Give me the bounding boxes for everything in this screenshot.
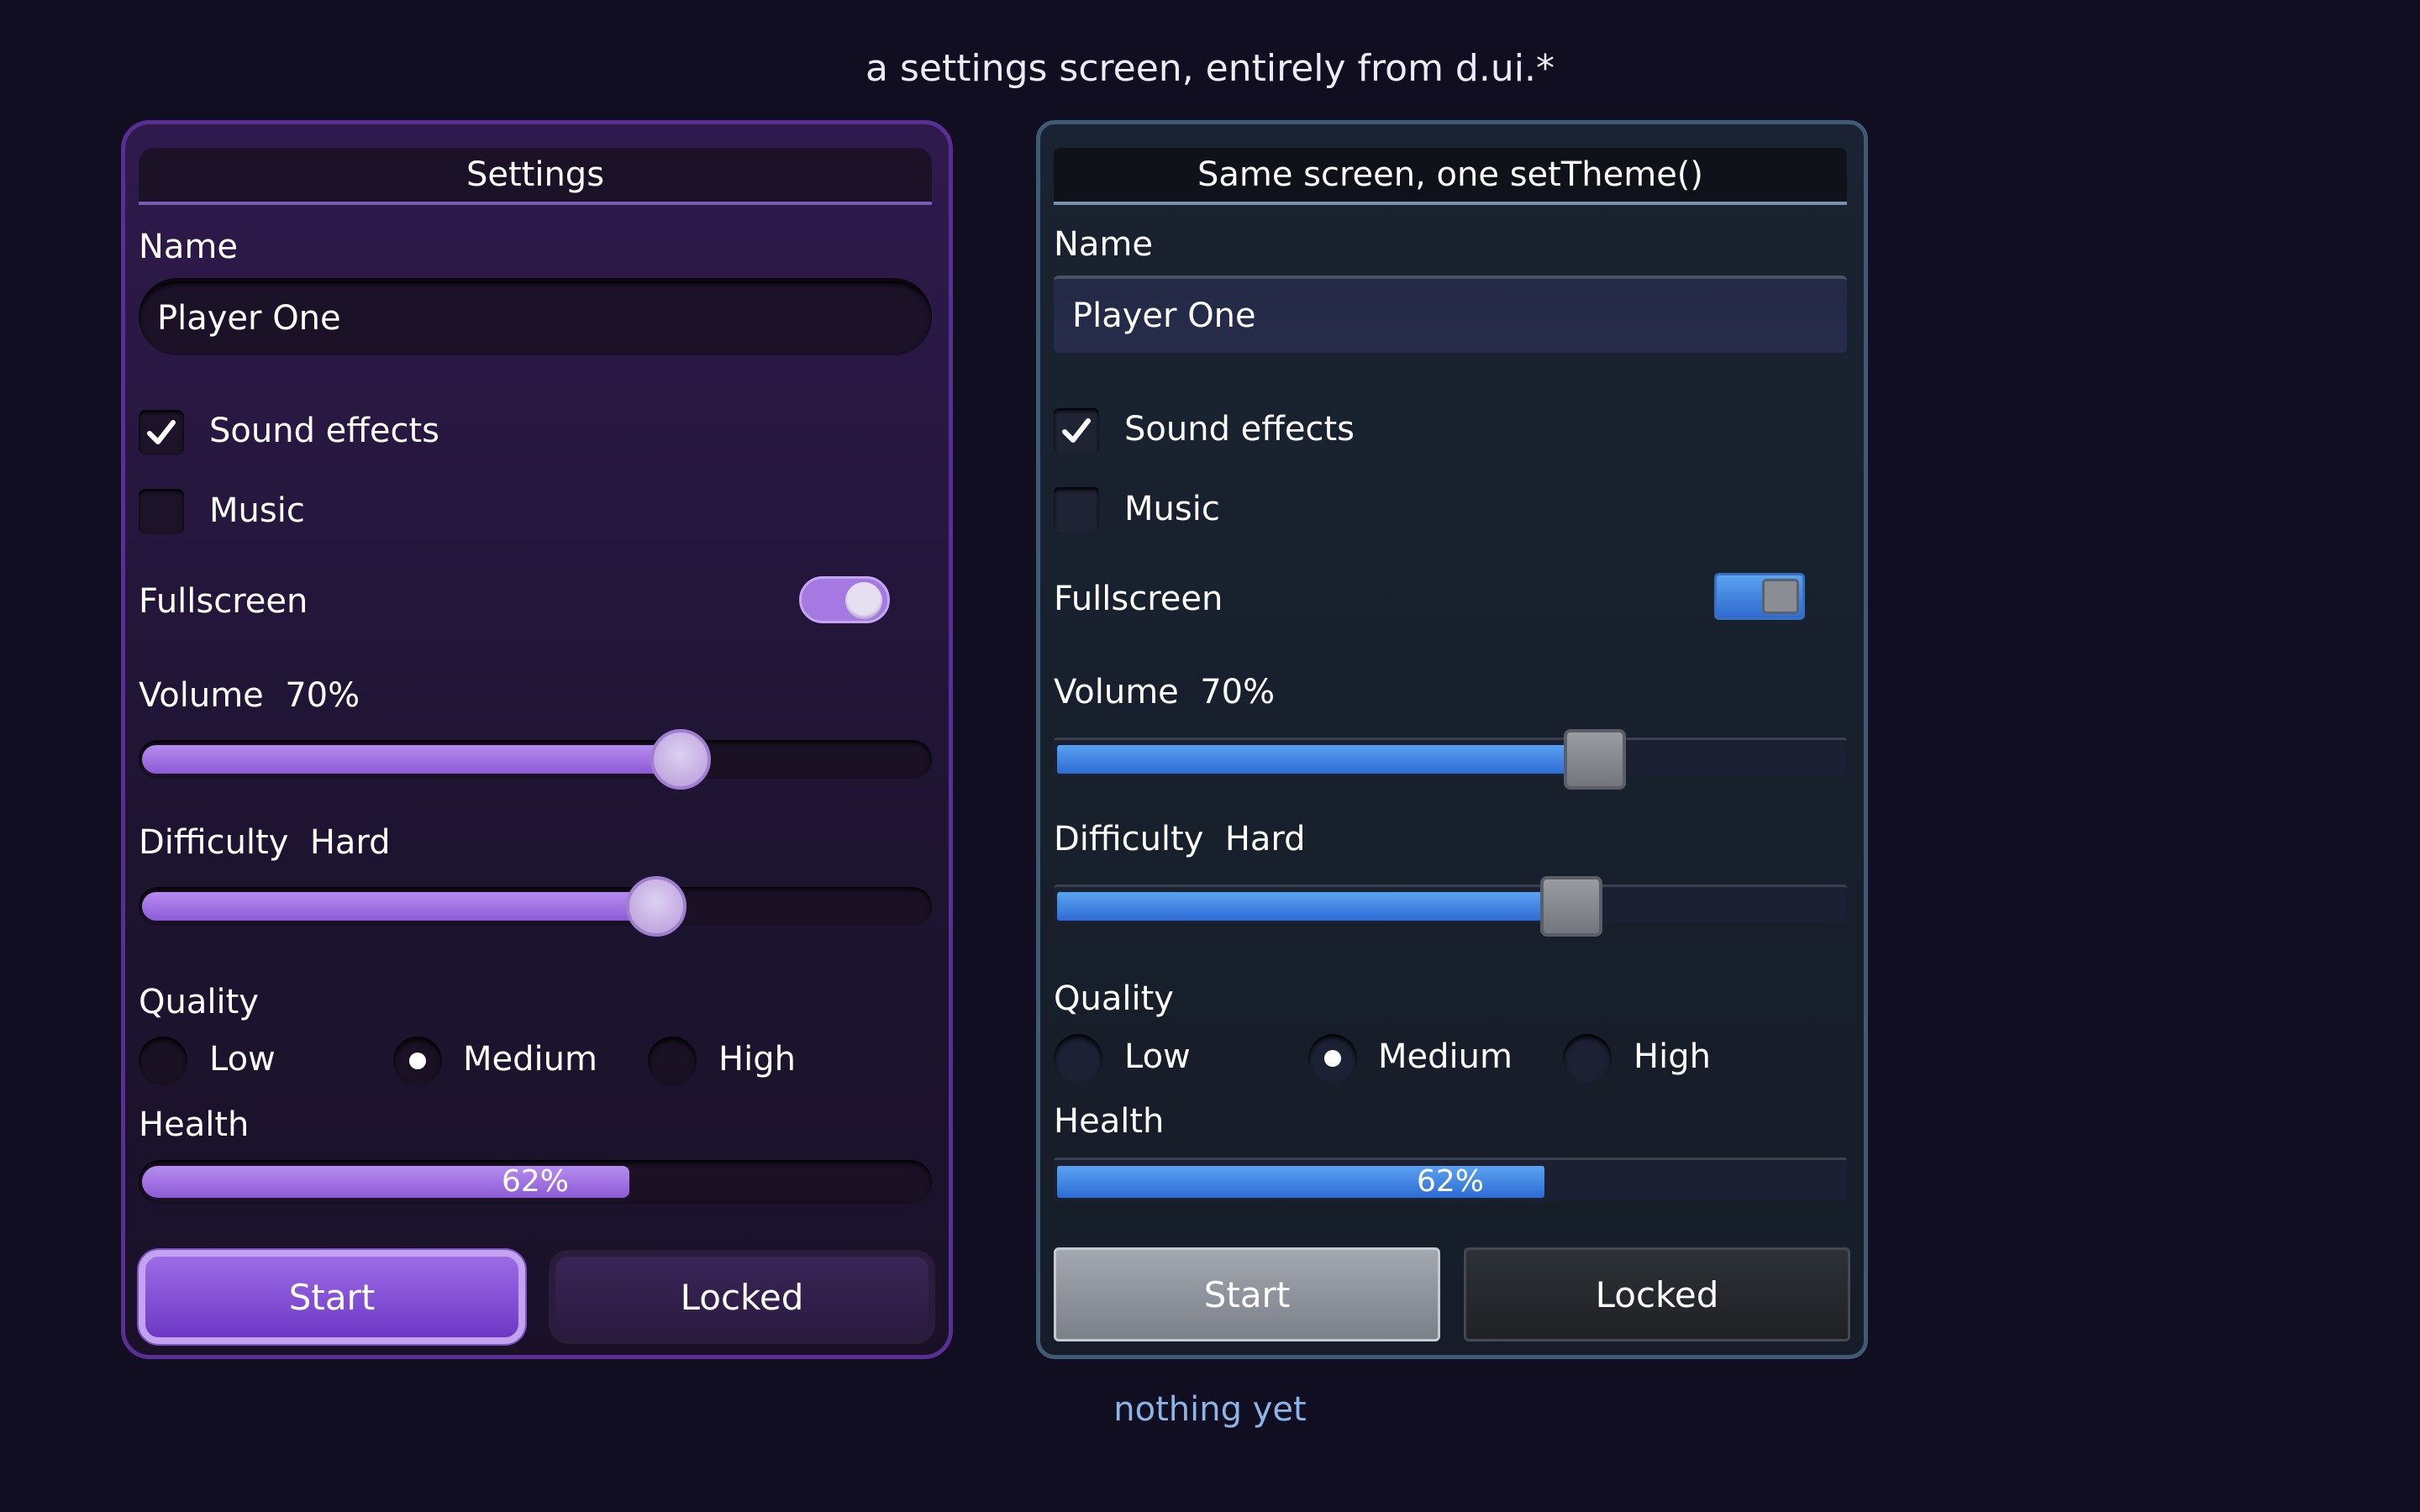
difficulty-label: Difficulty Hard <box>1054 820 1306 858</box>
health-value: 62% <box>1416 1164 1484 1199</box>
quality-label: Quality <box>1054 979 1174 1018</box>
quality-option-high: High <box>718 1040 796 1079</box>
volume-value: 70% <box>285 676 360 715</box>
health-bar: 62% <box>139 1160 932 1204</box>
music-label: Music <box>1124 490 1220 528</box>
locked-button[interactable]: Locked <box>1464 1247 1850 1341</box>
volume-fill <box>142 745 681 774</box>
health-value: 62% <box>501 1164 569 1199</box>
music-checkbox[interactable] <box>139 489 184 534</box>
quality-option-medium: Medium <box>1378 1037 1512 1076</box>
radio-selected-dot <box>409 1053 426 1069</box>
quality-radio-low[interactable] <box>1054 1034 1102 1083</box>
sound-effects-label: Sound effects <box>1124 410 1355 449</box>
difficulty-fill <box>142 892 657 921</box>
health-label: Health <box>1054 1102 1165 1141</box>
start-button[interactable]: Start <box>139 1250 525 1344</box>
quality-radio-high[interactable] <box>1563 1034 1612 1083</box>
sound-effects-checkbox[interactable] <box>139 410 184 455</box>
sound-effects-checkbox[interactable] <box>1054 408 1099 454</box>
volume-thumb[interactable] <box>1564 729 1627 790</box>
quality-radio-medium[interactable] <box>1308 1034 1357 1083</box>
locked-button[interactable]: Locked <box>549 1250 935 1344</box>
name-label: Name <box>139 228 239 266</box>
difficulty-slider[interactable] <box>139 876 932 937</box>
quality-option-low: Low <box>209 1040 276 1079</box>
toggle-knob <box>1762 579 1799 614</box>
difficulty-fill <box>1057 892 1571 921</box>
panel-header: Same screen, one setTheme() <box>1054 148 1847 205</box>
sound-effects-label: Sound effects <box>209 412 439 450</box>
difficulty-label: Difficulty Hard <box>139 823 391 862</box>
volume-label: Volume 70% <box>139 676 360 715</box>
quality-label: Quality <box>139 983 259 1021</box>
screen-title: a settings screen, entirely from d.ui.* <box>865 47 1555 90</box>
volume-fill <box>1057 745 1596 774</box>
settings-panel-purple: Settings Name Player One Sound effects M… <box>121 120 953 1359</box>
volume-label: Volume 70% <box>1054 673 1276 711</box>
fullscreen-label: Fullscreen <box>1054 580 1223 618</box>
name-label: Name <box>1054 225 1154 264</box>
volume-slider[interactable] <box>1054 729 1847 790</box>
health-label: Health <box>139 1105 250 1144</box>
quality-option-medium: Medium <box>463 1040 597 1079</box>
status-text: nothing yet <box>1113 1390 1307 1429</box>
fullscreen-label: Fullscreen <box>139 582 308 621</box>
difficulty-value: Hard <box>1224 820 1306 858</box>
name-input[interactable]: Player One <box>139 278 932 355</box>
panel-header: Settings <box>139 148 932 205</box>
quality-option-high: High <box>1634 1037 1711 1076</box>
volume-slider[interactable] <box>139 729 932 790</box>
checkmark-icon <box>147 420 176 444</box>
volume-value: 70% <box>1200 673 1276 711</box>
fullscreen-toggle[interactable] <box>799 576 890 623</box>
difficulty-thumb[interactable] <box>626 876 687 937</box>
radio-selected-dot <box>1324 1050 1341 1067</box>
fullscreen-toggle[interactable] <box>1714 573 1805 620</box>
start-button[interactable]: Start <box>1054 1247 1440 1341</box>
settings-panel-themed: Same screen, one setTheme() Name Player … <box>1036 120 1868 1359</box>
music-label: Music <box>209 491 305 530</box>
health-bar: 62% <box>1054 1158 1847 1201</box>
quality-option-low: Low <box>1124 1037 1191 1076</box>
checkmark-icon <box>1062 418 1091 443</box>
music-checkbox[interactable] <box>1054 487 1099 533</box>
volume-thumb[interactable] <box>650 729 711 790</box>
quality-radio-medium[interactable] <box>393 1037 442 1085</box>
quality-radio-high[interactable] <box>648 1037 697 1085</box>
toggle-knob <box>845 582 882 619</box>
difficulty-thumb[interactable] <box>1539 876 1602 937</box>
difficulty-value: Hard <box>309 823 391 862</box>
quality-radio-low[interactable] <box>139 1037 187 1085</box>
name-input[interactable]: Player One <box>1054 276 1847 353</box>
difficulty-slider[interactable] <box>1054 876 1847 937</box>
